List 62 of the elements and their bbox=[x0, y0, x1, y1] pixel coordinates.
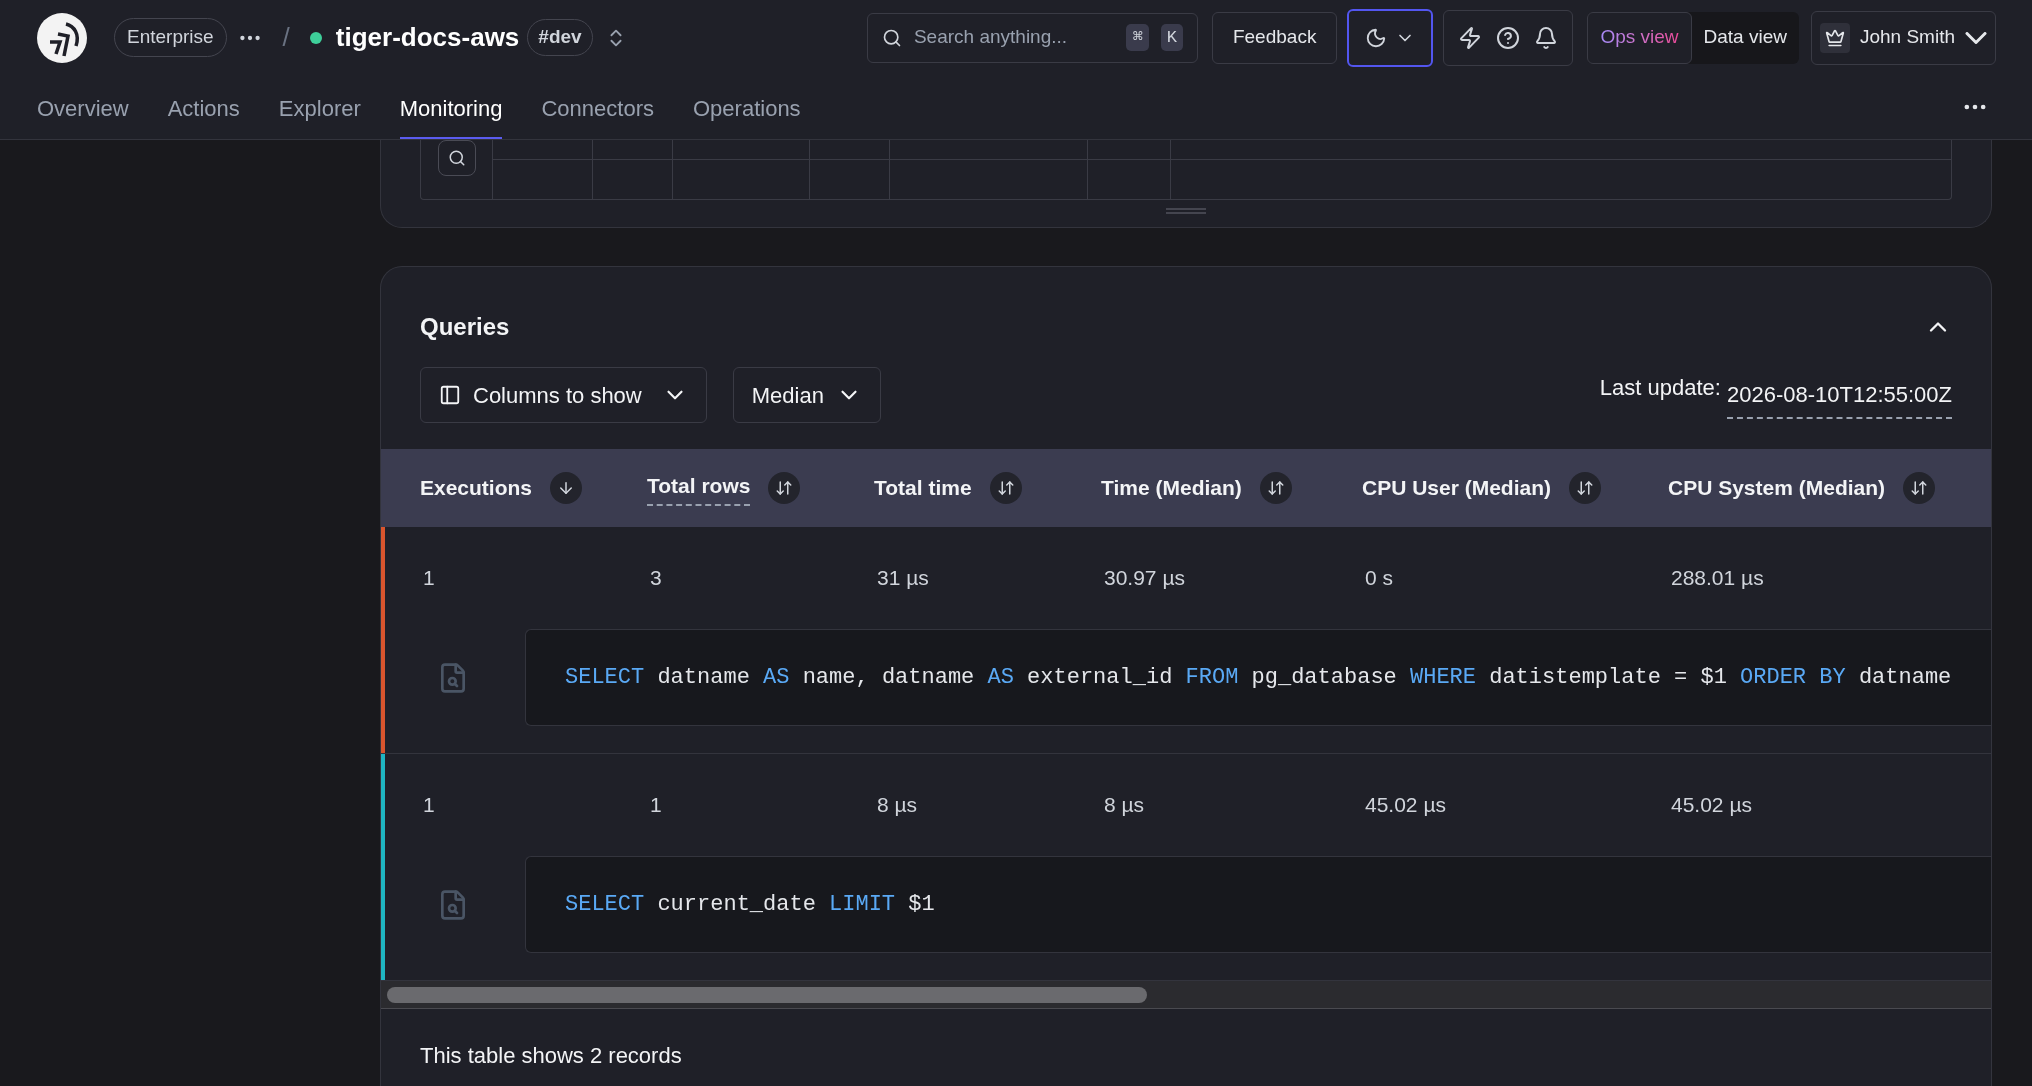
search-icon bbox=[447, 149, 466, 167]
table-cell-text: 1 bbox=[423, 792, 436, 819]
last-update-label: Last update: bbox=[1599, 373, 1721, 402]
chevron-down-icon bbox=[1965, 31, 1987, 44]
column-header[interactable]: CPU System (Median) bbox=[1668, 472, 1886, 504]
column-header[interactable]: Time (Median) bbox=[1101, 472, 1242, 504]
sort-icon[interactable] bbox=[1259, 472, 1292, 504]
table-cell-text: 3 bbox=[650, 565, 663, 592]
nav-tab[interactable]: Connectors bbox=[541, 92, 654, 139]
nav-tab[interactable]: Operations bbox=[693, 92, 801, 139]
user-name: John Smith bbox=[1859, 25, 1955, 50]
tiger-logo-icon[interactable] bbox=[36, 11, 88, 64]
search-input[interactable]: Search anything... bbox=[913, 23, 1115, 52]
help-icon[interactable] bbox=[1496, 25, 1521, 50]
resize-handle[interactable] bbox=[1166, 208, 1206, 214]
last-update-time: 2026-08-10T12:55:00Z bbox=[1726, 377, 1952, 419]
lightning-icon[interactable] bbox=[1458, 25, 1483, 50]
sort-icon[interactable] bbox=[1569, 472, 1602, 504]
sort-icon[interactable] bbox=[989, 472, 1022, 504]
theme-button[interactable] bbox=[1347, 8, 1434, 67]
column-header[interactable]: Total rows bbox=[647, 470, 751, 506]
sql-query: SELECT current_date LIMIT $1 bbox=[565, 891, 935, 919]
shortcut-key: K bbox=[1160, 23, 1183, 52]
search-button[interactable] bbox=[437, 140, 476, 176]
column-header[interactable]: Executions bbox=[420, 472, 533, 504]
sql-query: SELECT datname AS name, datname AS external_id FROM pg_database WHERE datistemplate = $1 ORDER BY datname bbox=[565, 664, 1952, 692]
nav-tab[interactable]: Overview bbox=[37, 92, 129, 139]
column-header[interactable]: CPU User (Median) bbox=[1362, 472, 1552, 504]
view-toggle[interactable]: Data view bbox=[1691, 11, 1799, 64]
aggregate-dropdown[interactable]: Median bbox=[732, 367, 881, 423]
scrollbar-thumb[interactable] bbox=[387, 986, 1147, 1003]
record-count: This table shows 2 records bbox=[420, 1043, 682, 1068]
table-cell-text: 45.02 µs bbox=[1365, 792, 1447, 819]
table-cell-text: 0 s bbox=[1365, 565, 1394, 592]
columns-dropdown[interactable]: Columns to show bbox=[420, 367, 707, 423]
table-cell-text: 8 µs bbox=[1104, 792, 1146, 819]
sort-icon[interactable] bbox=[1903, 472, 1936, 504]
card-title: Queries bbox=[420, 312, 510, 342]
search-icon bbox=[881, 27, 902, 48]
project-name[interactable]: tiger-docs-aws bbox=[335, 18, 520, 57]
feedback-button[interactable]: Feedback bbox=[1211, 11, 1338, 64]
nav-tab[interactable]: Explorer bbox=[278, 92, 361, 139]
view-toggle[interactable]: Ops view bbox=[1587, 11, 1692, 64]
crown-icon bbox=[1824, 27, 1845, 48]
table-cell-text: 8 µs bbox=[877, 792, 919, 819]
sort-descending-icon[interactable] bbox=[550, 472, 583, 504]
user-menu[interactable]: John Smith bbox=[1810, 10, 1996, 65]
notifications-icon[interactable] bbox=[1534, 25, 1559, 50]
table-cell-text: 30.97 µs bbox=[1104, 565, 1186, 592]
table-cell-text: 1 bbox=[423, 565, 436, 592]
table-cell-text: 45.02 µs bbox=[1671, 792, 1753, 819]
table-cell-text: 288.01 µs bbox=[1671, 565, 1765, 592]
sort-icon[interactable] bbox=[768, 472, 801, 504]
search-field[interactable]: Search anything... ⌘ K bbox=[866, 12, 1198, 63]
panel-icon bbox=[439, 384, 461, 406]
column-header[interactable]: Total time bbox=[874, 472, 972, 504]
table-cell-text: 31 µs bbox=[877, 565, 930, 592]
shortcut-key: ⌘ bbox=[1126, 23, 1149, 52]
table-cell-text: 1 bbox=[650, 792, 663, 819]
moon-icon bbox=[1365, 26, 1388, 49]
nav-tab[interactable]: Actions bbox=[167, 92, 240, 139]
breadcrumb-separator: / bbox=[282, 21, 290, 54]
